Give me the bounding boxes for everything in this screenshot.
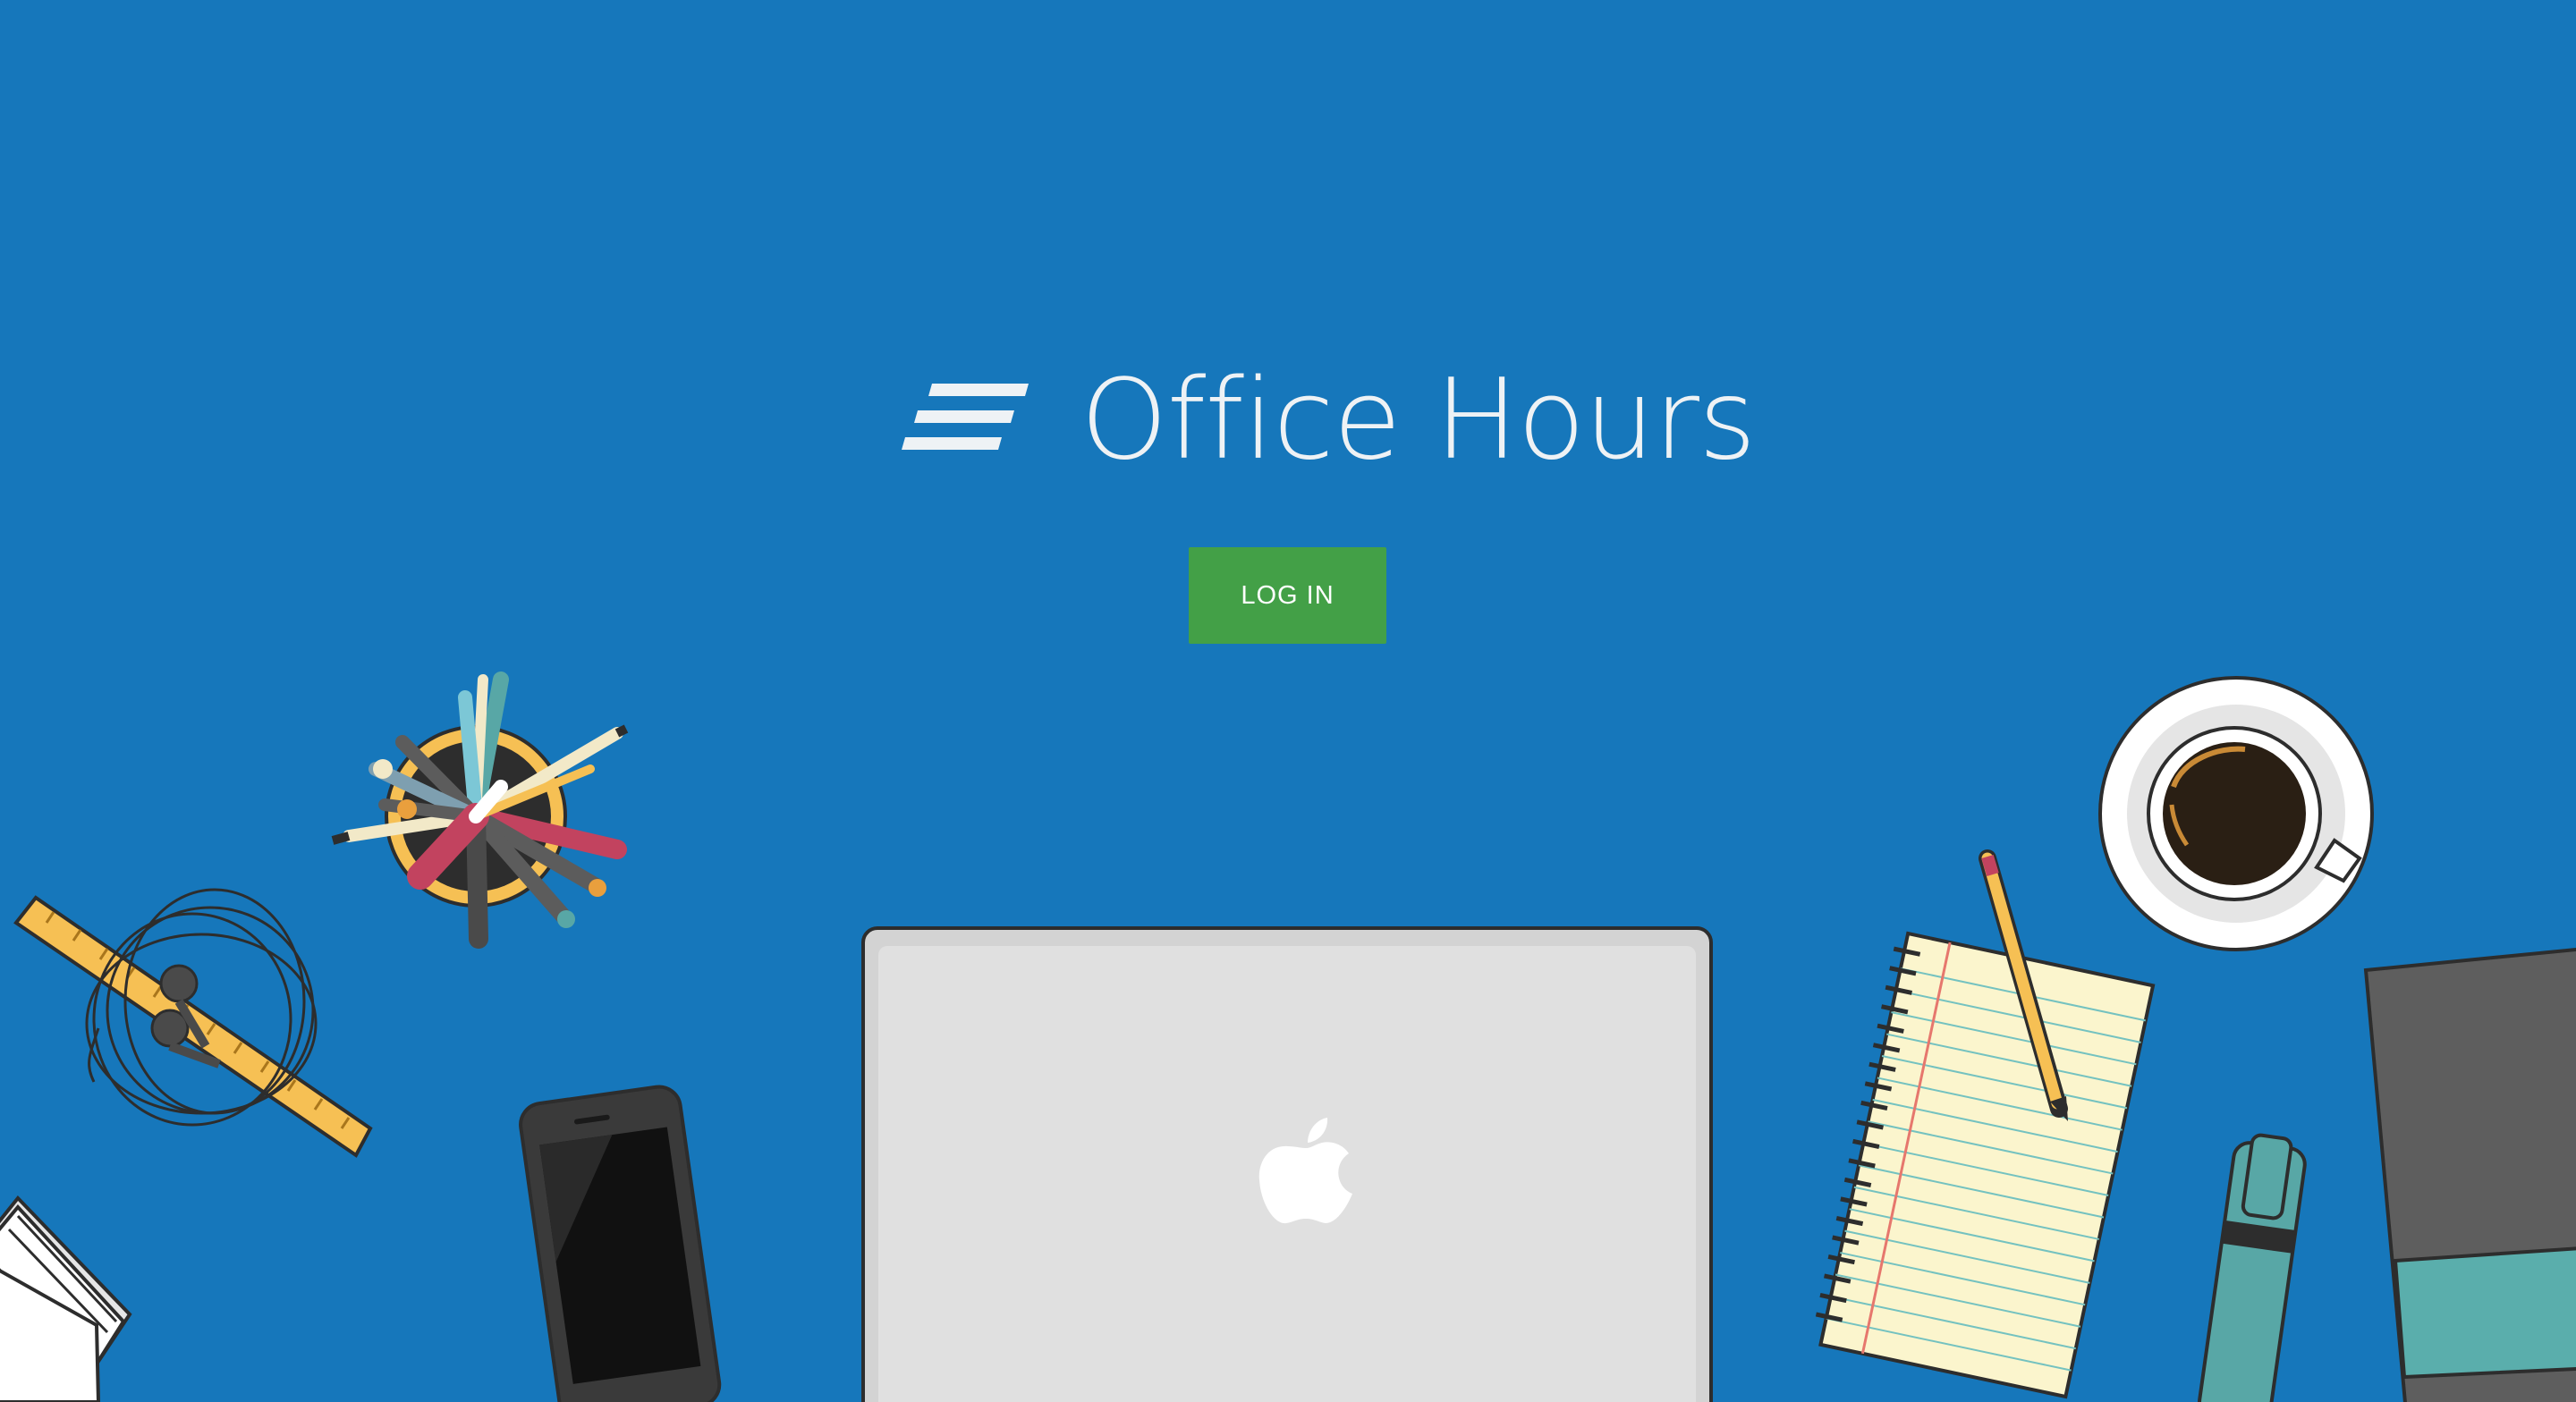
coffee-cup bbox=[2098, 676, 2374, 951]
app-title: Office Hours bbox=[1080, 356, 1757, 485]
paper-stack bbox=[0, 1195, 132, 1402]
landing-page: Office Hours LOG IN bbox=[0, 0, 2576, 1402]
stacked-lines-logo-icon bbox=[902, 384, 1029, 450]
desk-illustration bbox=[0, 671, 2576, 1402]
smartphone bbox=[519, 1085, 722, 1402]
highlighter bbox=[2198, 1133, 2307, 1402]
notebook bbox=[2363, 947, 2576, 1402]
login-button[interactable]: LOG IN bbox=[1189, 547, 1386, 644]
app-logo: Office Hours bbox=[902, 353, 1757, 487]
pencil-cup bbox=[331, 671, 629, 949]
notepad bbox=[1815, 931, 2156, 1399]
